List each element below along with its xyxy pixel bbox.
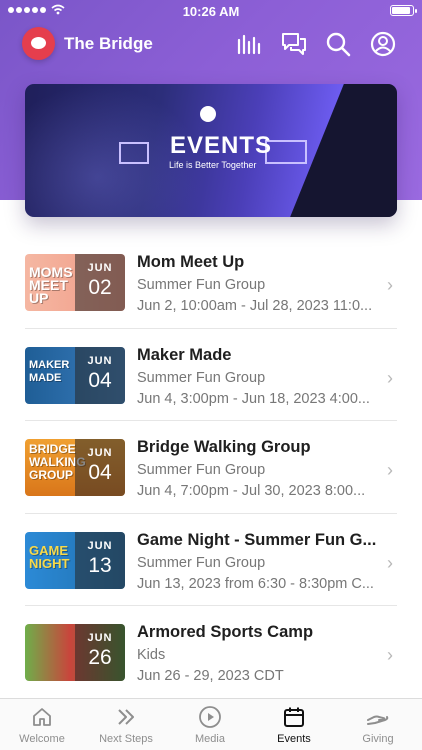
tab-label: Events [277,733,311,745]
calendar-icon [284,707,304,727]
app-title: The Bridge [64,34,153,53]
event-month: JUN [87,447,113,459]
chevron-right-icon: › [387,552,393,573]
tab-label: Welcome [19,733,65,745]
event-dates: Jun 13, 2023 from 6:30 - 8:30pm C... [137,575,374,592]
status-bar: 10:26 AM [0,0,422,22]
tab-next-steps[interactable]: Next Steps [84,705,168,745]
event-month: JUN [87,262,113,274]
event-dates: Jun 26 - 29, 2023 CDT [137,668,284,684]
event-date-badge: JUN 13 [75,531,125,589]
event-day: 04 [88,368,112,392]
event-dates: Jun 4, 7:00pm - Jul 30, 2023 8:00... [137,483,366,499]
event-day: 13 [88,553,112,577]
thumbnail-art-text: GAME NIGHT [29,542,70,571]
audio-levels-icon[interactable] [236,31,262,57]
event-month: JUN [87,539,113,552]
event-title: Maker Made [137,345,232,364]
event-group: Summer Fun Group [137,462,266,478]
event-date-badge: JUN 04 [75,346,125,404]
hero-title: EVENTS [170,132,273,159]
event-group: Summer Fun Group [137,277,266,293]
event-day: 02 [88,276,112,299]
battery-icon [390,5,417,16]
event-row[interactable]: JUN 26 Armored Sports Camp Kids Jun 26 -… [25,606,397,699]
hero-logo-mark [200,106,216,122]
event-thumbnail: GAME NIGHT JUN 13 [25,531,125,589]
chevron-right-icon: › [387,367,393,388]
event-title: Mom Meet Up [137,253,245,271]
hero-subtitle: Life is Better Together [169,160,257,170]
tab-label: Media [195,733,225,745]
event-date-badge: JUN 26 [75,624,125,681]
app-header: The Bridge [0,25,422,63]
status-time: 10:26 AM [182,4,240,19]
tab-label: Giving [362,733,394,745]
event-title: Armored Sports Camp [137,623,314,641]
event-month: JUN [87,632,113,644]
event-dates: Jun 2, 10:00am - Jul 28, 2023 11:0... [137,298,373,314]
home-icon [33,708,51,726]
play-icon [199,706,221,728]
event-row[interactable]: MAKER MADE JUN 04 Maker Made Summer Fun … [25,329,397,421]
search-icon[interactable] [325,31,351,57]
events-hero-banner[interactable]: EVENTS Life is Better Together [25,84,397,217]
double-chevron-icon [118,709,134,725]
tab-bar: Welcome Next Steps Media Events Giving [0,698,422,750]
profile-icon[interactable] [370,31,396,57]
thumbnail-art-text: MAKER MADE [29,358,70,384]
chevron-right-icon: › [387,275,393,295]
church-logo[interactable] [22,27,55,60]
tab-giving[interactable]: Giving [336,705,420,745]
event-group: Summer Fun Group [137,554,266,571]
tab-label: Next Steps [99,733,153,745]
hero-decoration [119,142,149,164]
tab-media[interactable]: Media [168,705,252,745]
event-date-badge: JUN 02 [75,254,125,311]
event-date-badge: JUN 04 [75,439,125,496]
event-title: Bridge Walking Group [137,438,311,456]
event-row[interactable]: GAME NIGHT JUN 13 Game Night - Summer Fu… [25,514,397,606]
event-row[interactable]: BRIDGE WALKING GROUP JUN 04 Bridge Walki… [25,421,397,514]
giving-hand-icon [367,715,389,725]
chevron-right-icon: › [387,645,393,665]
event-group: Summer Fun Group [137,369,266,386]
event-list: MOMS MEET UP JUN 02 Mom Meet Up Summer F… [25,236,397,699]
tab-events[interactable]: Events [252,705,336,745]
event-row[interactable]: MOMS MEET UP JUN 02 Mom Meet Up Summer F… [25,236,397,329]
thumbnail-art-text: MOMS MEET UP [29,264,73,306]
event-thumbnail: JUN 26 [25,624,125,681]
event-thumbnail: MOMS MEET UP JUN 02 [25,254,125,311]
chat-icon[interactable] [281,31,307,57]
event-title: Game Night - Summer Fun G... [137,530,377,549]
event-thumbnail: MAKER MADE JUN 04 [25,346,125,404]
tab-welcome[interactable]: Welcome [0,705,84,745]
event-group: Kids [137,647,166,663]
event-day: 04 [88,461,112,484]
event-day: 26 [88,646,112,669]
event-month: JUN [87,354,113,367]
event-thumbnail: BRIDGE WALKING GROUP JUN 04 [25,439,125,496]
event-dates: Jun 4, 3:00pm - Jun 18, 2023 4:00... [137,390,370,407]
chevron-right-icon: › [387,460,393,480]
